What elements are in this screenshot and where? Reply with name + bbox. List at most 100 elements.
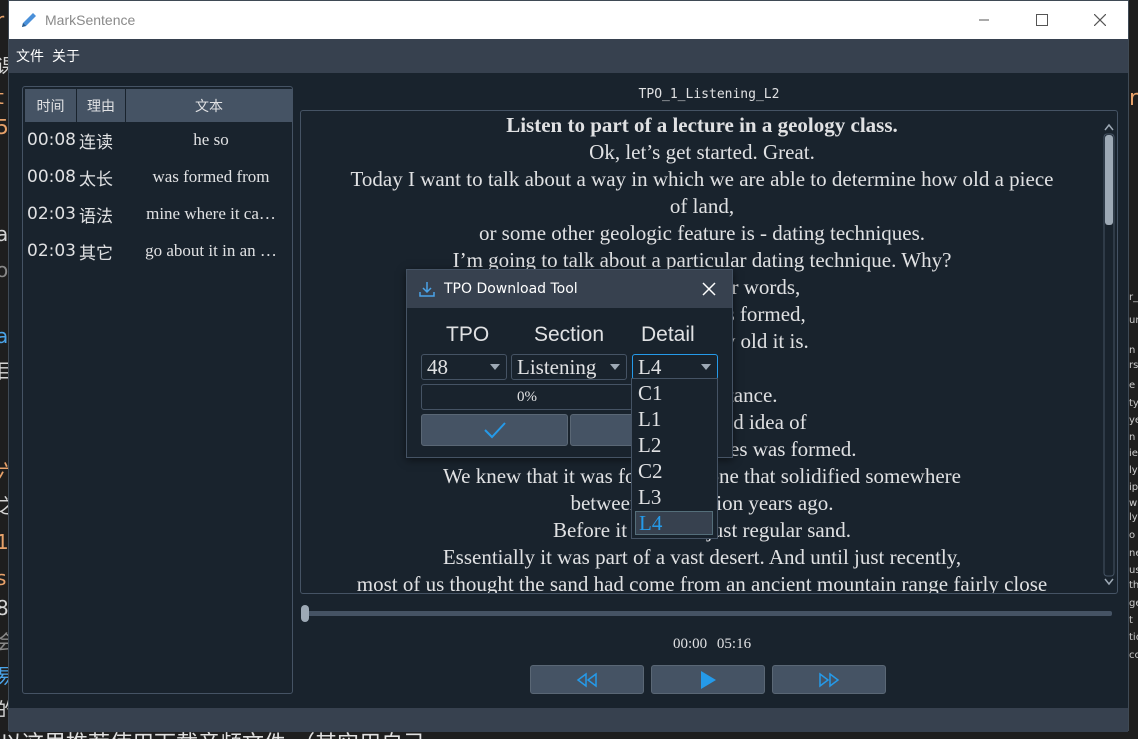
download-progress-bar: 0% — [421, 384, 633, 410]
playback-slider[interactable] — [300, 603, 1118, 623]
tpo-value: 48 — [427, 354, 448, 379]
close-button[interactable] — [1071, 1, 1129, 39]
background-text: ge — [1129, 598, 1138, 609]
minimize-button[interactable] — [955, 1, 1013, 39]
detail-dropdown-list: C1 L1 L2 C2 L3 L4 — [631, 378, 718, 539]
maximize-icon — [1036, 14, 1048, 26]
background-text: t — [0, 85, 4, 109]
cell-text: go about it in an … — [145, 241, 277, 260]
table-row[interactable]: 02:03 其它 go about it in an … — [27, 235, 291, 267]
check-icon — [483, 422, 506, 439]
background-text: o — [1129, 530, 1136, 541]
time-display: 00:00 05:16 — [673, 636, 751, 653]
marks-table: 时间 理由 文本 00:08 连读 he so 00:08 太长 was for… — [22, 86, 293, 694]
background-text: r_1 — [1129, 292, 1138, 303]
transcript-line[interactable]: of land, — [307, 193, 1097, 220]
detail-select[interactable]: L4 — [632, 354, 718, 380]
chevron-down-icon — [701, 364, 711, 370]
transcript-line[interactable]: most of us thought the sand had come fro… — [307, 571, 1097, 593]
background-text: r — [0, 8, 5, 32]
window-title: MarkSentence — [45, 12, 136, 28]
dropdown-option[interactable]: L4 — [635, 511, 713, 535]
pen-icon — [22, 13, 36, 27]
current-time: 00:00 — [673, 636, 708, 652]
slider-handle[interactable] — [301, 605, 309, 622]
total-time: 05:16 — [716, 636, 752, 652]
play-icon — [701, 670, 716, 689]
vertical-scrollbar[interactable] — [1102, 121, 1116, 587]
status-bar — [9, 708, 1128, 732]
tpo-select[interactable]: 48 — [421, 354, 507, 380]
dialog-close-icon[interactable] — [702, 282, 716, 296]
cell-time: 00:08 — [27, 167, 76, 187]
background-text: un — [1129, 315, 1138, 326]
dropdown-option[interactable]: L1 — [638, 407, 661, 432]
dialog-title: TPO Download Tool — [444, 281, 578, 297]
background-text: e — [1129, 380, 1136, 391]
detail-label: Detail — [641, 323, 695, 346]
transcript-line[interactable]: or some other geologic feature is - dati… — [307, 220, 1097, 247]
play-button[interactable] — [651, 665, 765, 694]
background-text: o — [0, 258, 9, 282]
cell-text: he so — [193, 130, 229, 149]
download-icon — [419, 282, 435, 297]
detail-value: L4 — [638, 354, 662, 379]
table-row[interactable]: 02:03 语法 mine where it ca… — [27, 198, 291, 230]
cancel-button[interactable] — [570, 414, 640, 446]
rewind-icon — [576, 672, 597, 687]
tpo-label: TPO — [446, 323, 490, 346]
header-text[interactable]: 文本 — [126, 89, 292, 122]
file-title: TPO_1_Listening_L2 — [638, 87, 780, 102]
background-text: n t — [1129, 432, 1138, 443]
background-text: ly — [1129, 512, 1138, 523]
progress-text: 0% — [517, 388, 537, 405]
transcript-line[interactable]: Listen to part of a lecture in a geology… — [307, 112, 1097, 139]
menu-bar: 文件 关于 — [9, 39, 1128, 73]
background-text: n — [1129, 345, 1136, 356]
header-reason[interactable]: 理由 — [77, 89, 126, 122]
cell-text: was formed from — [152, 167, 270, 186]
background-text: ip — [1129, 482, 1138, 493]
table-row[interactable]: 00:08 连读 he so — [27, 124, 291, 156]
confirm-button[interactable] — [421, 414, 568, 446]
fast-forward-icon — [819, 672, 840, 687]
forward-button[interactable] — [772, 665, 886, 694]
header-time[interactable]: 时间 — [25, 89, 77, 122]
dropdown-option[interactable]: L3 — [638, 485, 661, 510]
dropdown-option[interactable]: L2 — [638, 433, 661, 458]
background-text: ty — [1129, 398, 1138, 409]
transcript-line[interactable]: Today I want to talk about a way in whic… — [307, 166, 1097, 193]
background-text: ne — [1129, 548, 1138, 559]
dropdown-option[interactable]: C2 — [638, 459, 663, 484]
chevron-down-icon — [610, 364, 620, 370]
close-icon — [1094, 14, 1106, 26]
maximize-button[interactable] — [1013, 1, 1071, 39]
section-select[interactable]: Listening — [511, 354, 627, 380]
cell-time: 00:08 — [27, 130, 76, 150]
background-text: cc — [1129, 650, 1138, 661]
dialog-title-bar: TPO Download Tool — [407, 270, 732, 308]
transcript-line[interactable]: Essentially it was part of a vast desert… — [307, 544, 1097, 571]
cell-time: 02:03 — [27, 204, 76, 224]
menu-file[interactable]: 文件 — [16, 46, 44, 66]
background-text: ust — [1129, 565, 1138, 576]
table-row[interactable]: 00:08 太长 was formed from — [27, 161, 291, 193]
rewind-button[interactable] — [530, 665, 644, 694]
cell-reason: 其它 — [79, 243, 113, 264]
title-bar: MarkSentence — [9, 1, 1128, 39]
chevron-down-icon — [490, 364, 500, 370]
background-text: t — [1129, 615, 1133, 626]
menu-about[interactable]: 关于 — [52, 46, 80, 66]
section-label: Section — [534, 323, 605, 346]
dropdown-option[interactable]: C1 — [638, 381, 663, 406]
background-text: th — [1129, 580, 1138, 591]
minimize-icon — [979, 19, 989, 21]
section-value: Listening — [517, 354, 597, 379]
background-text: rs — [1129, 360, 1138, 371]
background-text: ly — [1129, 465, 1138, 476]
cell-reason: 连读 — [79, 132, 113, 153]
background-text: wl — [1129, 498, 1138, 509]
transcript-line[interactable]: Ok, let’s get started. Great. — [307, 139, 1097, 166]
table-header: 时间 理由 文本 — [25, 89, 292, 122]
background-text: s — [0, 566, 7, 590]
